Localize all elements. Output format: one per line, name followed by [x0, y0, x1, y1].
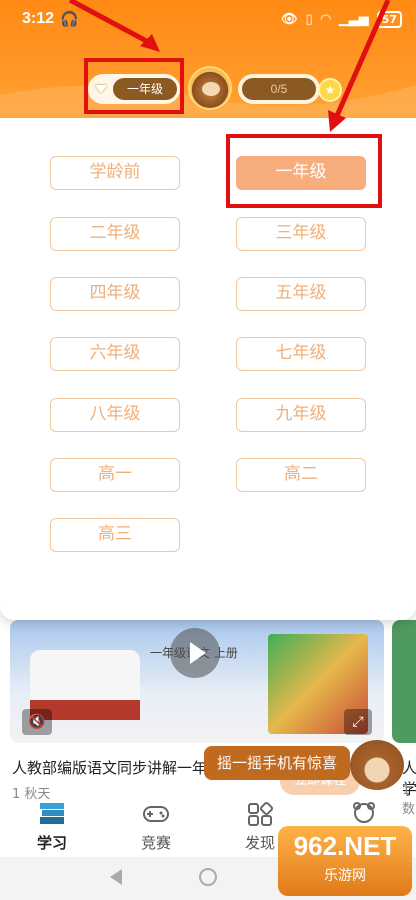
mute-icon[interactable]: 🔇	[22, 709, 52, 735]
course-meta: 1 秋天	[12, 787, 51, 802]
tab-study[interactable]: 学习	[0, 803, 104, 857]
next-video-card-peek[interactable]	[392, 620, 416, 743]
shake-phone-banner[interactable]: 摇一摇手机有惊喜	[204, 746, 350, 780]
grade-option-grade7[interactable]: 七年级	[236, 337, 366, 371]
tab-label-study: 学习	[36, 834, 67, 852]
home-icon[interactable]	[199, 868, 217, 886]
course-content: 一年级语文 上册 🔇 ⤢ 人教部编版语文同步讲解一年 1 秋天 人学 1 数 立…	[0, 600, 416, 817]
course-video-card[interactable]: 一年级语文 上册 🔇 ⤢	[10, 620, 384, 743]
bear-mascot-icon[interactable]	[350, 740, 404, 790]
bear-face	[202, 82, 220, 96]
gamepad-icon	[143, 806, 169, 822]
site-watermark: 962.NET 乐游网	[278, 826, 412, 896]
profile-icon	[353, 802, 375, 823]
grade-option-high3[interactable]: 高三	[50, 518, 180, 552]
bear-avatar[interactable]	[188, 66, 232, 110]
fullscreen-icon[interactable]: ⤢	[344, 709, 372, 735]
grade-option-grade5[interactable]: 五年级	[236, 277, 366, 311]
tab-contest[interactable]: 竞赛	[104, 806, 208, 857]
annotation-arrow-left	[68, 0, 160, 52]
grade-option-preschool[interactable]: 学龄前	[50, 156, 180, 190]
grade-option-grade9[interactable]: 九年级	[236, 398, 366, 432]
progress-text: 0/5	[242, 78, 316, 100]
course-title[interactable]: 人教部编版语文同步讲解一年	[12, 757, 207, 778]
annotation-box-first-grade	[226, 134, 382, 208]
eye-icon: 👁	[281, 11, 298, 27]
grade-option-grade8[interactable]: 八年级	[50, 398, 180, 432]
play-icon[interactable]	[170, 628, 220, 678]
tab-label-contest: 竞赛	[140, 834, 171, 852]
back-icon[interactable]	[110, 869, 122, 885]
annotation-box-grade-selector	[84, 58, 184, 114]
grade-option-high2[interactable]: 高二	[236, 458, 366, 492]
status-time: 3:12	[22, 10, 55, 27]
grid-icon	[248, 801, 274, 826]
grade-option-grade4[interactable]: 四年级	[50, 277, 180, 311]
grade-option-grade2[interactable]: 二年级	[50, 217, 180, 251]
side-course-meta: 1 数	[402, 783, 416, 817]
task-progress[interactable]: 0/5	[238, 74, 320, 104]
grade-option-high1[interactable]: 高一	[50, 458, 180, 492]
grade-option-grade3[interactable]: 三年级	[236, 217, 366, 251]
vibrate-icon: ▯	[305, 11, 313, 27]
watermark-name: 乐游网	[324, 868, 366, 884]
grade-option-grade6[interactable]: 六年级	[50, 337, 180, 371]
book-stack-icon	[40, 803, 64, 824]
watermark-site: 962.NET	[293, 831, 397, 861]
annotation-arrow-right	[328, 0, 391, 132]
